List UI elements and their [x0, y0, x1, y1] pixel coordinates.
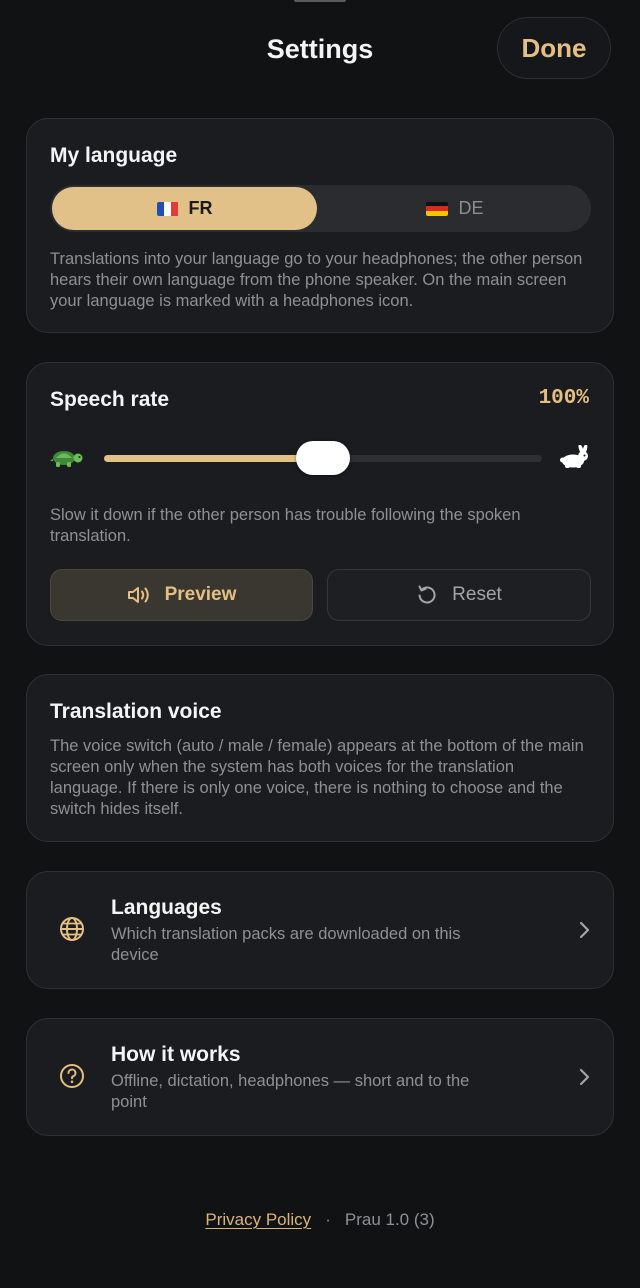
question-circle-icon [60, 1064, 84, 1088]
reset-button-label: Reset [452, 584, 502, 605]
germany-flag-icon [426, 201, 449, 216]
my-language-card: My language FR DE Translations into your… [26, 118, 614, 333]
nav-row-languages-title: Languages [111, 896, 222, 919]
sheet-grabber[interactable] [294, 0, 346, 2]
speech-rate-description: Slow it down if the other person has tro… [50, 506, 521, 545]
language-option-fr-label: FR [188, 198, 213, 218]
preview-button-label: Preview [164, 584, 237, 605]
privacy-policy-link[interactable]: Privacy Policy [205, 1210, 311, 1230]
speaker-icon [127, 587, 149, 603]
nav-row-languages[interactable]: Languages Which translation packs are do… [26, 871, 614, 989]
my-language-description: Translations into your language go to yo… [50, 250, 583, 310]
translation-voice-description: The voice switch (auto / male / female) … [50, 737, 584, 818]
speech-rate-slider-thumb[interactable] [296, 441, 350, 475]
my-language-title: My language [50, 144, 178, 167]
reset-button[interactable]: Reset [327, 569, 591, 621]
language-segmented-control: FR DE [50, 185, 591, 232]
speech-rate-value: 100% [538, 387, 589, 410]
nav-row-languages-subtitle: Which translation packs are downloaded o… [111, 925, 461, 964]
speech-rate-card: Speech rate 100% Slow it down if the oth… [26, 362, 614, 646]
turtle-icon [50, 451, 83, 467]
rabbit-icon [560, 445, 588, 468]
chevron-right-icon [579, 1068, 590, 1086]
speech-rate-slider-fill [104, 455, 323, 462]
language-option-de[interactable]: DE [322, 187, 588, 230]
translation-voice-card: Translation voice The voice switch (auto… [26, 674, 614, 842]
footer: Privacy Policy · Prau 1.0 (3) [0, 1208, 640, 1232]
footer-separator: · [325, 1210, 331, 1229]
reset-icon [418, 585, 436, 604]
language-option-fr[interactable]: FR [52, 187, 317, 230]
done-button[interactable]: Done [497, 17, 611, 79]
speech-rate-title: Speech rate [50, 388, 170, 411]
settings-screen: Settings Done My language FR DE Translat… [0, 0, 640, 1288]
france-flag-icon [156, 201, 179, 216]
app-version: Prau 1.0 (3) [344, 1210, 435, 1229]
nav-row-how-it-works[interactable]: How it works Offline, dictation, headpho… [26, 1018, 614, 1136]
nav-row-how-it-works-title: How it works [111, 1043, 241, 1066]
globe-icon [60, 917, 84, 941]
translation-voice-title: Translation voice [50, 700, 222, 723]
language-option-de-label: DE [458, 198, 484, 218]
preview-button[interactable]: Preview [50, 569, 313, 621]
chevron-right-icon [579, 921, 590, 939]
nav-row-how-it-works-subtitle: Offline, dictation, headphones — short a… [111, 1072, 470, 1111]
